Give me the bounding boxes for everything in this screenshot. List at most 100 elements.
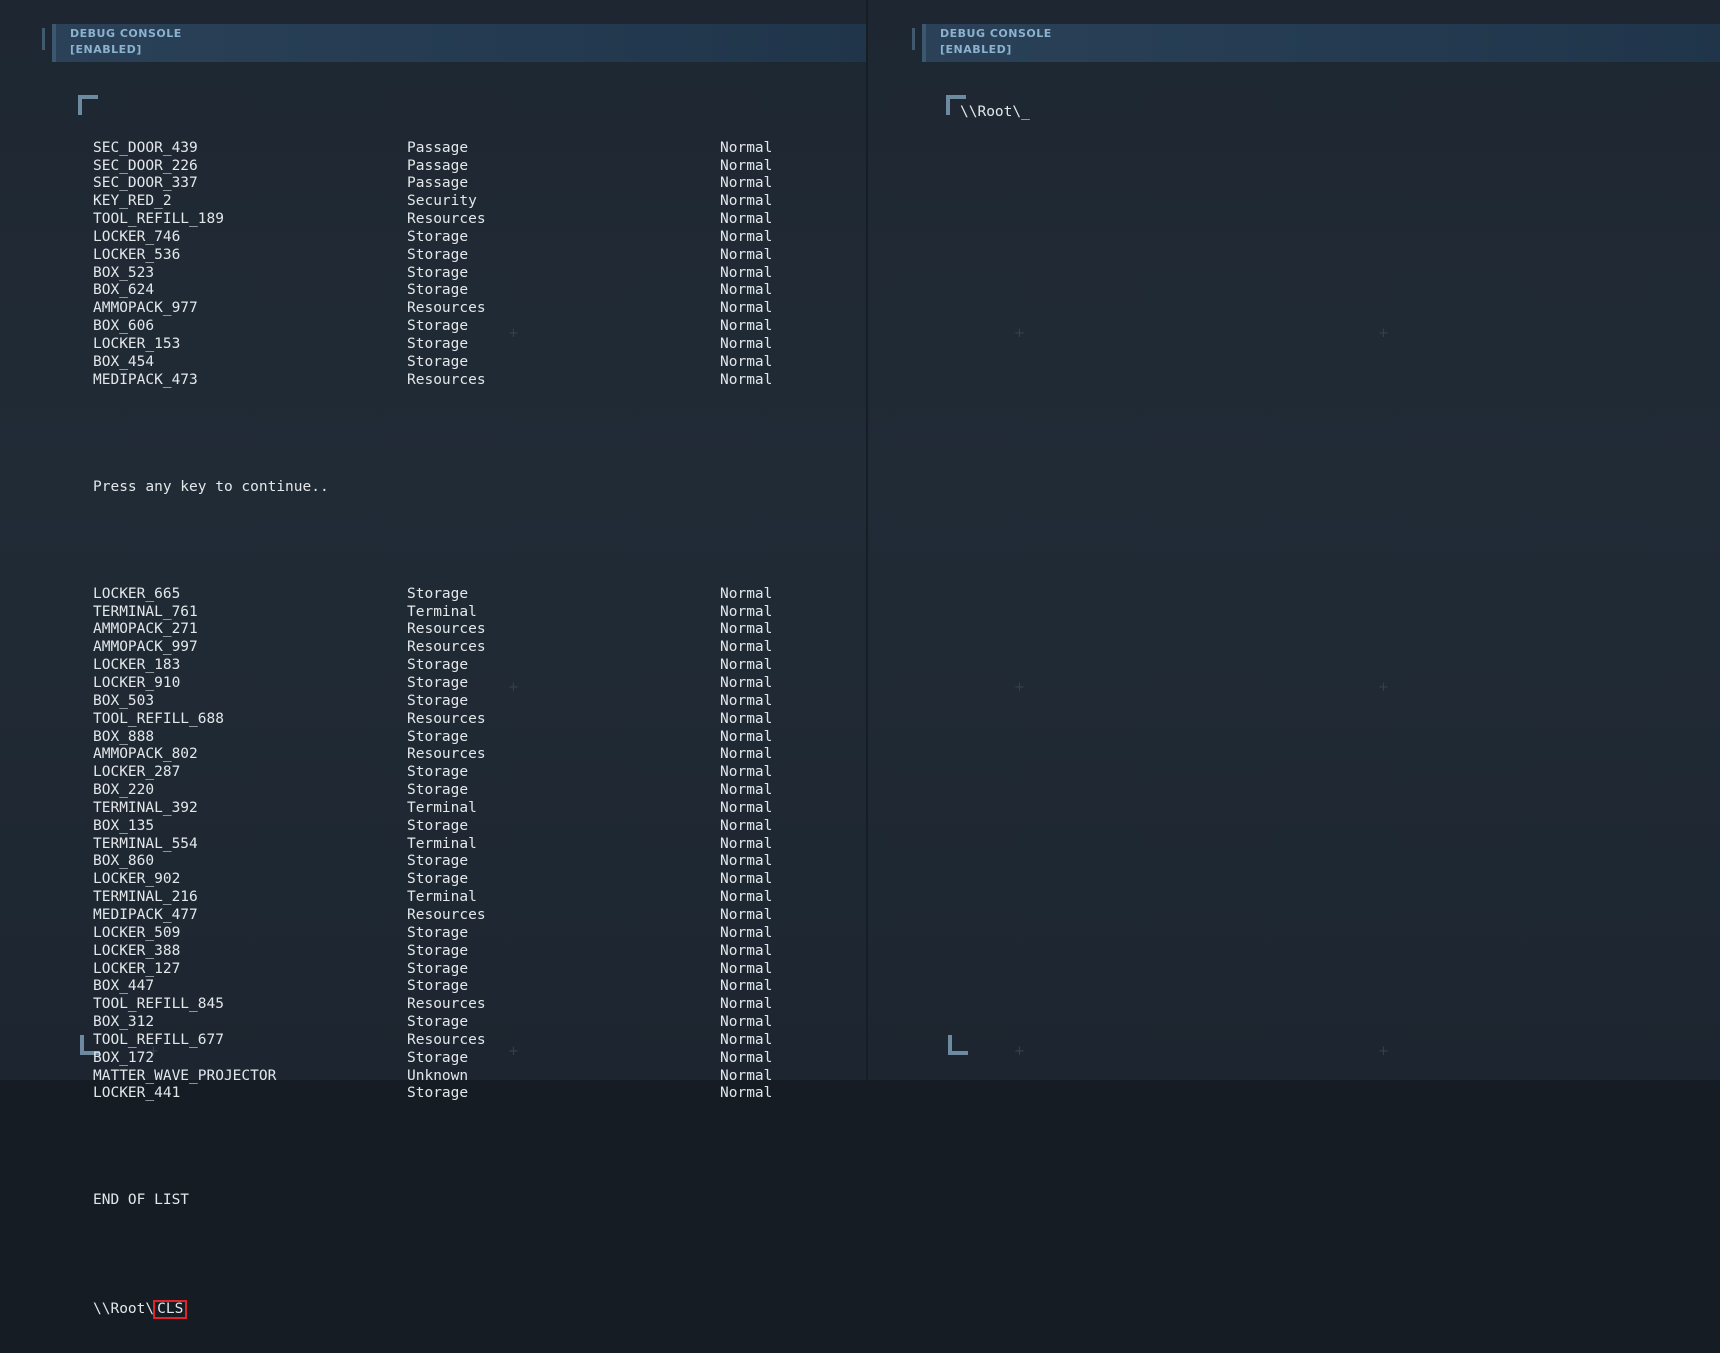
object-name: LOCKER_287	[93, 764, 181, 781]
object-list-page-2: LOCKER_665 Storage Normal TERMINAL_761 Termi…	[93, 586, 800, 1103]
object-name: BOX_312	[93, 1014, 155, 1031]
object-status: Normal	[720, 585, 773, 602]
object-status: Normal	[720, 835, 773, 852]
object-category: Passage	[407, 157, 469, 174]
right-command-line[interactable]: \\Root\_	[960, 104, 1030, 122]
object-category: Resources	[407, 371, 486, 388]
object-name: BOX_860	[93, 853, 155, 870]
object-status: Normal	[720, 996, 773, 1013]
object-name: LOCKER_127	[93, 960, 181, 977]
list-item: LOCKER_183 Storage Normal	[93, 657, 800, 675]
object-category: Storage	[407, 335, 469, 352]
object-name: LOCKER_509	[93, 924, 181, 941]
list-item: BOX_220 Storage Normal	[93, 782, 800, 800]
list-item: LOCKER_153 Storage Normal	[93, 336, 800, 354]
list-item: TOOL_REFILL_189 Resources Normal	[93, 211, 800, 229]
object-name: SEC_DOOR_439	[93, 139, 198, 156]
grid-marker-icon: +	[148, 1044, 159, 1059]
object-category: Passage	[407, 175, 469, 192]
object-status: Normal	[720, 657, 773, 674]
object-status: Normal	[720, 264, 773, 281]
object-category: Resources	[407, 1031, 486, 1048]
list-item: AMMOPACK_997 Resources Normal	[93, 639, 800, 657]
list-item: BOX_860 Storage Normal	[93, 853, 800, 871]
object-name: LOCKER_536	[93, 246, 181, 263]
object-category: Terminal	[407, 835, 477, 852]
object-category: Storage	[407, 924, 469, 941]
object-category: Storage	[407, 1049, 469, 1066]
grid-marker-icon: +	[508, 326, 519, 341]
right-console-panel: DEBUG CONSOLE [ENABLED] + + + + + +	[868, 0, 1720, 1080]
list-item: LOCKER_902 Storage Normal	[93, 871, 800, 889]
object-category: Storage	[407, 585, 469, 602]
list-item: BOX_503 Storage Normal	[93, 693, 800, 711]
list-item: BOX_606 Storage Normal	[93, 318, 800, 336]
object-status: Normal	[720, 193, 773, 210]
list-item: SEC_DOOR_337 Passage Normal	[93, 175, 800, 193]
object-category: Terminal	[407, 889, 477, 906]
object-status: Normal	[720, 157, 773, 174]
object-name: MATTER_WAVE_PROJECTOR	[93, 1067, 277, 1084]
header-label: DEBUG CONSOLE [ENABLED]	[940, 26, 1052, 58]
object-category: Unknown	[407, 1067, 469, 1084]
object-category: Storage	[407, 942, 469, 959]
list-item: LOCKER_746 Storage Normal	[93, 229, 800, 247]
header-marker-icon	[912, 28, 915, 50]
object-status: Normal	[720, 621, 773, 638]
list-item: LOCKER_441 Storage Normal	[93, 1085, 800, 1103]
object-name: LOCKER_746	[93, 228, 181, 245]
object-status: Normal	[720, 300, 773, 317]
object-status: Normal	[720, 889, 773, 906]
object-name: TERMINAL_392	[93, 799, 198, 816]
object-name: TOOL_REFILL_845	[93, 996, 224, 1013]
header-status: [ENABLED]	[70, 43, 142, 56]
object-name: LOCKER_388	[93, 942, 181, 959]
list-item: BOX_135 Storage Normal	[93, 818, 800, 836]
object-name: BOX_454	[93, 353, 155, 370]
grid-marker-icon: +	[1378, 326, 1389, 341]
object-category: Storage	[407, 675, 469, 691]
object-status: Normal	[720, 371, 773, 388]
list-item: MEDIPACK_473 Resources Normal	[93, 372, 800, 390]
object-status: Normal	[720, 675, 773, 691]
list-item: BOX_447 Storage Normal	[93, 978, 800, 996]
list-item: TERMINAL_392 Terminal Normal	[93, 800, 800, 818]
object-name: LOCKER_441	[93, 1085, 181, 1102]
list-item: BOX_523 Storage Normal	[93, 265, 800, 283]
object-status: Normal	[720, 228, 773, 245]
object-name: LOCKER_910	[93, 675, 181, 691]
list-item: BOX_888 Storage Normal	[93, 729, 800, 747]
typed-command[interactable]: CLS	[153, 1299, 188, 1319]
object-status: Normal	[720, 353, 773, 370]
object-name: MEDIPACK_477	[93, 906, 198, 923]
list-item: TERMINAL_761 Terminal Normal	[93, 604, 800, 622]
object-name: AMMOPACK_977	[93, 300, 198, 317]
object-name: BOX_135	[93, 817, 155, 834]
object-status: Normal	[720, 1014, 773, 1031]
object-name: MEDIPACK_473	[93, 371, 198, 388]
object-name: TOOL_REFILL_189	[93, 211, 224, 228]
object-category: Storage	[407, 1014, 469, 1031]
object-category: Resources	[407, 746, 486, 763]
object-name: BOX_172	[93, 1049, 155, 1066]
console-header: DEBUG CONSOLE [ENABLED]	[912, 24, 1720, 62]
corner-bracket-bottom-icon	[948, 1035, 968, 1055]
list-item: LOCKER_509 Storage Normal	[93, 925, 800, 943]
object-status: Normal	[720, 978, 773, 995]
command-line[interactable]: \\Root\ CLS	[93, 1299, 800, 1319]
object-name: LOCKER_153	[93, 335, 181, 352]
header-status: [ENABLED]	[940, 43, 1012, 56]
object-category: Storage	[407, 782, 469, 799]
grid-marker-icon: +	[508, 1044, 519, 1059]
object-category: Terminal	[407, 799, 477, 816]
list-item: LOCKER_127 Storage Normal	[93, 961, 800, 979]
list-item: AMMOPACK_802 Resources Normal	[93, 746, 800, 764]
object-name: TOOL_REFILL_677	[93, 1031, 224, 1048]
header-title: DEBUG CONSOLE	[70, 27, 182, 40]
object-category: Storage	[407, 657, 469, 674]
object-name: TOOL_REFILL_688	[93, 710, 224, 727]
object-list-page-1: SEC_DOOR_439 Passage Normal SEC_DOOR_226 Pas…	[93, 140, 800, 390]
object-category: Resources	[407, 300, 486, 317]
object-name: AMMOPACK_271	[93, 621, 198, 638]
object-name: SEC_DOOR_337	[93, 175, 198, 192]
